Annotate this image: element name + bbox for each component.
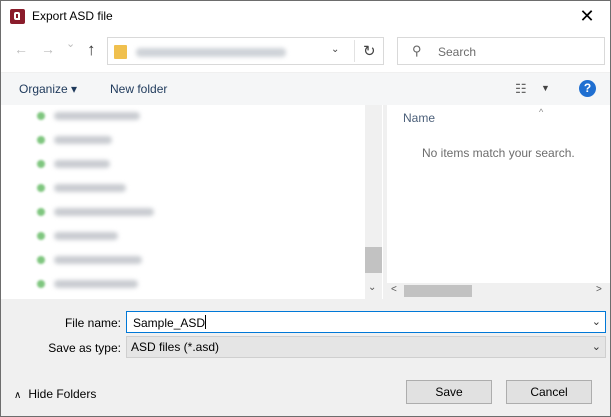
text-caret	[205, 315, 207, 329]
save-as-type-dropdown-icon[interactable]: ⌄	[592, 340, 601, 353]
export-dialog: Export ASD file ✕ ← → ⌄ ↑ ⌄ ↻ ⚲ Search O…	[0, 0, 611, 417]
column-header-name[interactable]: Name ^	[403, 107, 543, 125]
back-icon[interactable]: ←	[14, 41, 28, 57]
file-name-value: Sample_ASD	[133, 315, 207, 330]
sort-ascending-icon: ^	[539, 107, 544, 117]
window-title: Export ASD file	[32, 9, 113, 23]
recent-locations-icon[interactable]: ⌄	[66, 37, 75, 50]
navigation-scrollbar[interactable]: ⌄	[365, 105, 382, 299]
hide-folders-button[interactable]: ∧ Hide Folders	[14, 387, 96, 401]
folder-tree	[1, 105, 365, 299]
organize-button[interactable]: Organize ▾	[19, 82, 77, 96]
file-list: Name ^ No items match your search. < >	[387, 105, 610, 299]
file-list-scrollbar[interactable]: < >	[387, 283, 610, 299]
navigation-pane: ⌄	[1, 105, 383, 299]
scrollbar-thumb[interactable]	[404, 285, 472, 297]
save-as-type-select[interactable]: ASD files (*.asd) ⌄	[126, 336, 606, 358]
refresh-icon[interactable]: ↻	[363, 42, 376, 60]
save-as-type-label: Save as type:	[48, 341, 121, 355]
address-bar[interactable]: ⌄ ↻	[107, 37, 384, 65]
file-name-field[interactable]: Sample_ASD ⌄	[126, 311, 606, 333]
command-bar: Organize ▾ New folder ☷ ▼ ?	[1, 72, 610, 106]
address-dropdown-icon[interactable]: ⌄	[331, 44, 339, 55]
scroll-right-icon[interactable]: >	[596, 284, 602, 295]
save-as-type-value: ASD files (*.asd)	[131, 340, 220, 354]
view-options-icon[interactable]: ☷	[515, 81, 527, 97]
address-path-blurred	[136, 48, 286, 57]
search-input[interactable]: ⚲ Search	[397, 37, 605, 65]
search-placeholder: Search	[438, 45, 477, 59]
navigation-bar: ← → ⌄ ↑ ⌄ ↻ ⚲ Search	[1, 32, 610, 72]
up-folder-icon[interactable]: ↑	[87, 40, 96, 60]
file-name-dropdown-icon[interactable]: ⌄	[592, 315, 601, 328]
file-name-label: File name:	[64, 316, 121, 330]
view-dropdown-icon[interactable]: ▼	[541, 83, 550, 93]
forward-icon[interactable]: →	[41, 41, 55, 57]
close-icon[interactable]: ✕	[564, 1, 610, 32]
search-icon: ⚲	[412, 43, 422, 58]
empty-message: No items match your search.	[422, 146, 575, 160]
folder-icon	[114, 45, 127, 59]
scroll-left-icon[interactable]: <	[391, 284, 397, 295]
column-header-label: Name	[403, 111, 436, 125]
save-button[interactable]: Save	[406, 380, 492, 404]
scroll-down-icon[interactable]: ⌄	[368, 282, 376, 293]
new-folder-button[interactable]: New folder	[110, 82, 167, 96]
title-bar: Export ASD file ✕	[1, 1, 610, 32]
scrollbar-thumb[interactable]	[365, 247, 382, 273]
cancel-button[interactable]: Cancel	[506, 380, 592, 404]
chevron-up-icon: ∧	[14, 390, 22, 401]
address-divider	[354, 40, 355, 62]
help-icon[interactable]: ?	[579, 80, 596, 97]
app-icon	[10, 9, 25, 24]
hide-folders-label: Hide Folders	[28, 387, 97, 401]
